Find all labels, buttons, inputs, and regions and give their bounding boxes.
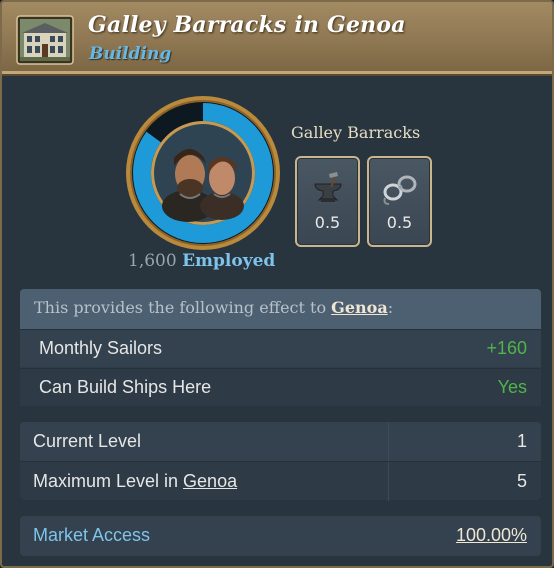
row-divider [388, 462, 389, 501]
max-level-text: Maximum Level in [33, 471, 184, 491]
level-panel: Current Level 1 Maximum Level in Genoa 5 [20, 422, 541, 501]
market-access-row: Market Access 100.00% [20, 516, 541, 556]
workforce-portrait[interactable] [124, 94, 282, 252]
building-type-label: Building [89, 44, 172, 64]
max-level-label: Maximum Level in Genoa [33, 471, 237, 492]
good-value: 0.5 [314, 213, 341, 232]
location-link[interactable]: Genoa [183, 471, 237, 491]
current-level-value: 1 [516, 431, 527, 451]
market-access-label: Market Access [33, 525, 151, 545]
anvil-tools-icon [314, 172, 342, 202]
effect-row: Can Build Ships Here Yes [20, 368, 541, 406]
effects-header: This provides the following effect to Ge… [20, 289, 541, 329]
effects-header-colon: : [387, 298, 394, 317]
effect-value: +160 [486, 338, 527, 358]
good-slot-tools[interactable]: 0.5 [295, 156, 360, 247]
employment-ring [126, 96, 280, 250]
max-level-row: Maximum Level in Genoa 5 [20, 461, 541, 501]
building-title: Galley Barracks in Genoa [88, 12, 406, 38]
tooltip-header: Galley Barracks in Genoa Building [2, 2, 552, 76]
employed-number: 1,600 [128, 251, 177, 271]
max-level-value: 5 [516, 471, 527, 491]
building-tooltip: Galley Barracks in Genoa Building 1,600 … [0, 0, 554, 568]
good-value: 0.5 [386, 213, 413, 232]
townhouse-icon [16, 15, 74, 65]
current-level-row: Current Level 1 [20, 422, 541, 461]
employed-label: Employed [182, 251, 276, 271]
market-access-value[interactable]: 100.00% [456, 525, 527, 546]
location-link[interactable]: Genoa [331, 298, 388, 317]
effect-label: Can Build Ships Here [39, 377, 212, 397]
effects-header-text: This provides the following effect to [34, 298, 332, 317]
effect-row: Monthly Sailors +160 [20, 329, 541, 367]
job-title: Galley Barracks [291, 123, 421, 142]
shackles-icon [383, 175, 417, 205]
effect-value: Yes [497, 377, 527, 397]
row-divider [388, 422, 389, 461]
employed-count: 1,600 Employed [128, 251, 278, 271]
effect-label: Monthly Sailors [39, 338, 163, 358]
current-level-label: Current Level [33, 431, 142, 451]
good-slot-chains[interactable]: 0.5 [367, 156, 432, 247]
effects-panel: This provides the following effect to Ge… [20, 289, 541, 406]
